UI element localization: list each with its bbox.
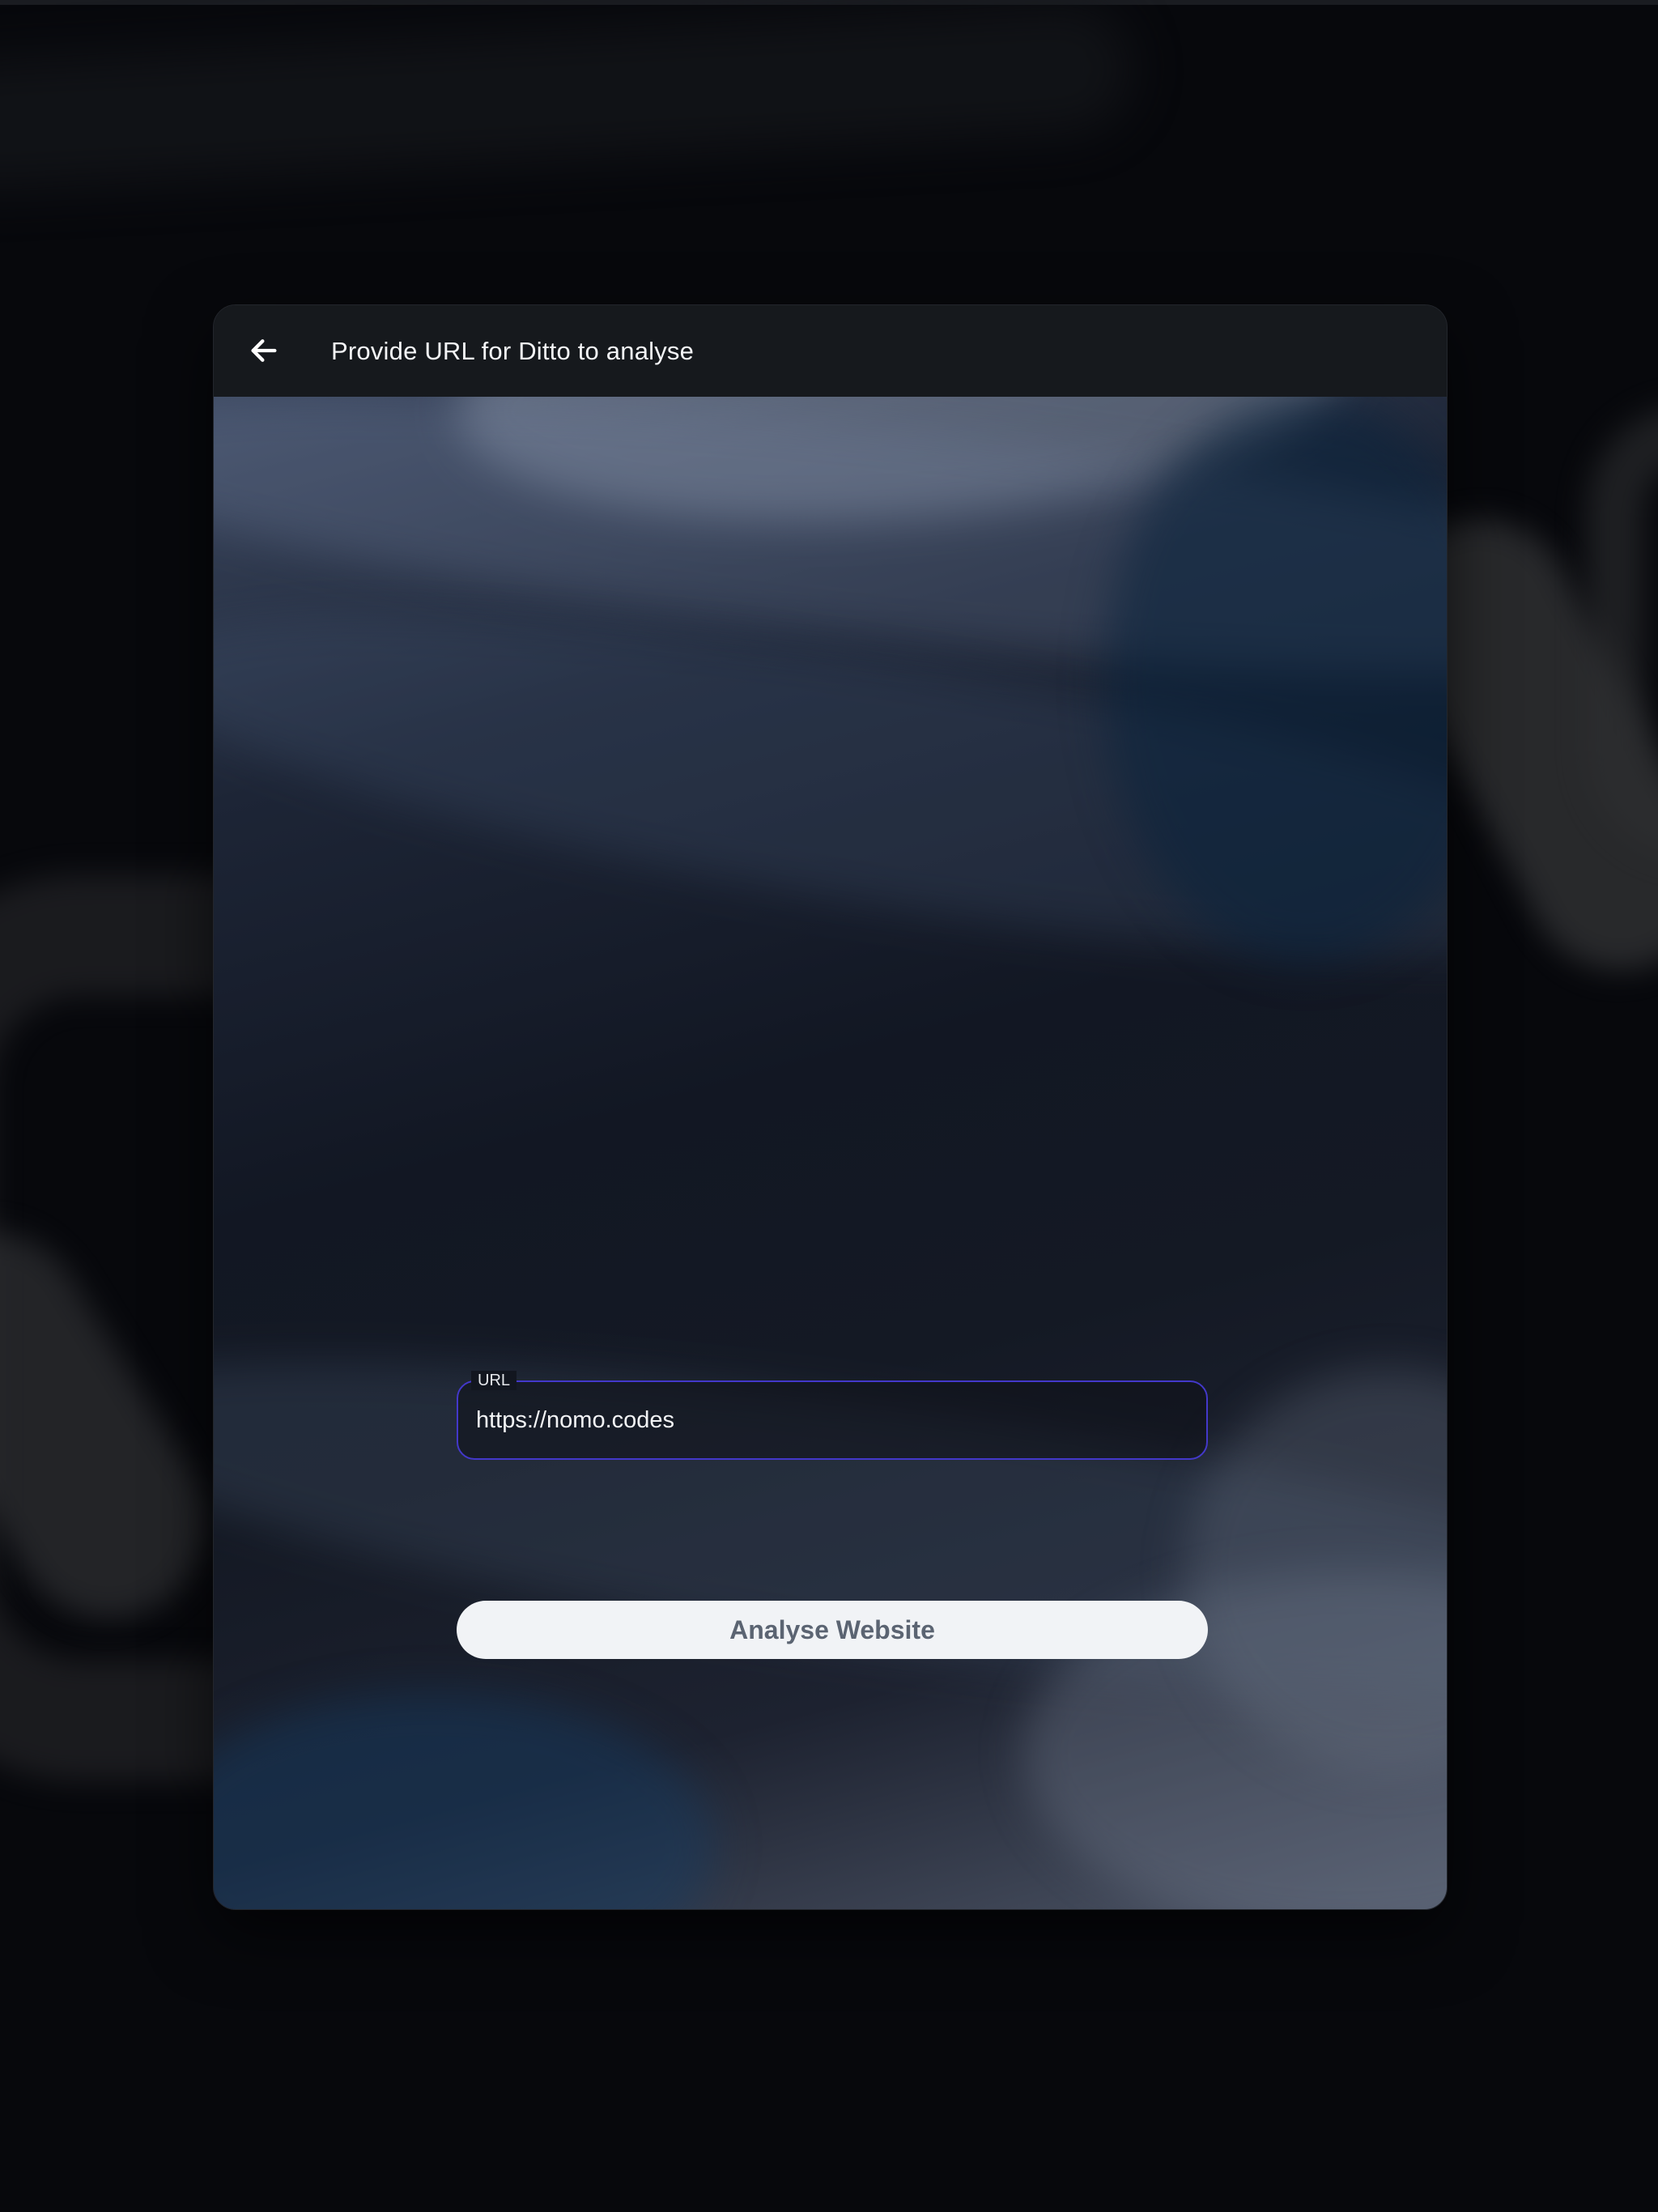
dialog-window: Provide URL for Ditto to analyse URL Ana…: [213, 304, 1448, 1910]
analyse-website-button[interactable]: Analyse Website: [457, 1601, 1208, 1659]
background-shape: [1587, 405, 1658, 858]
url-field: URL: [457, 1371, 1208, 1460]
background-wave: [214, 1692, 716, 1909]
background-shape: [0, 0, 1137, 194]
url-input[interactable]: [476, 1382, 1188, 1458]
title-bar: Provide URL for Ditto to analyse: [214, 305, 1447, 398]
content-area: URL Analyse Website: [214, 397, 1447, 1909]
top-edge-line: [0, 0, 1658, 5]
back-button[interactable]: [243, 330, 285, 372]
page-title: Provide URL for Ditto to analyse: [331, 337, 695, 365]
arrow-left-icon: [251, 339, 277, 362]
